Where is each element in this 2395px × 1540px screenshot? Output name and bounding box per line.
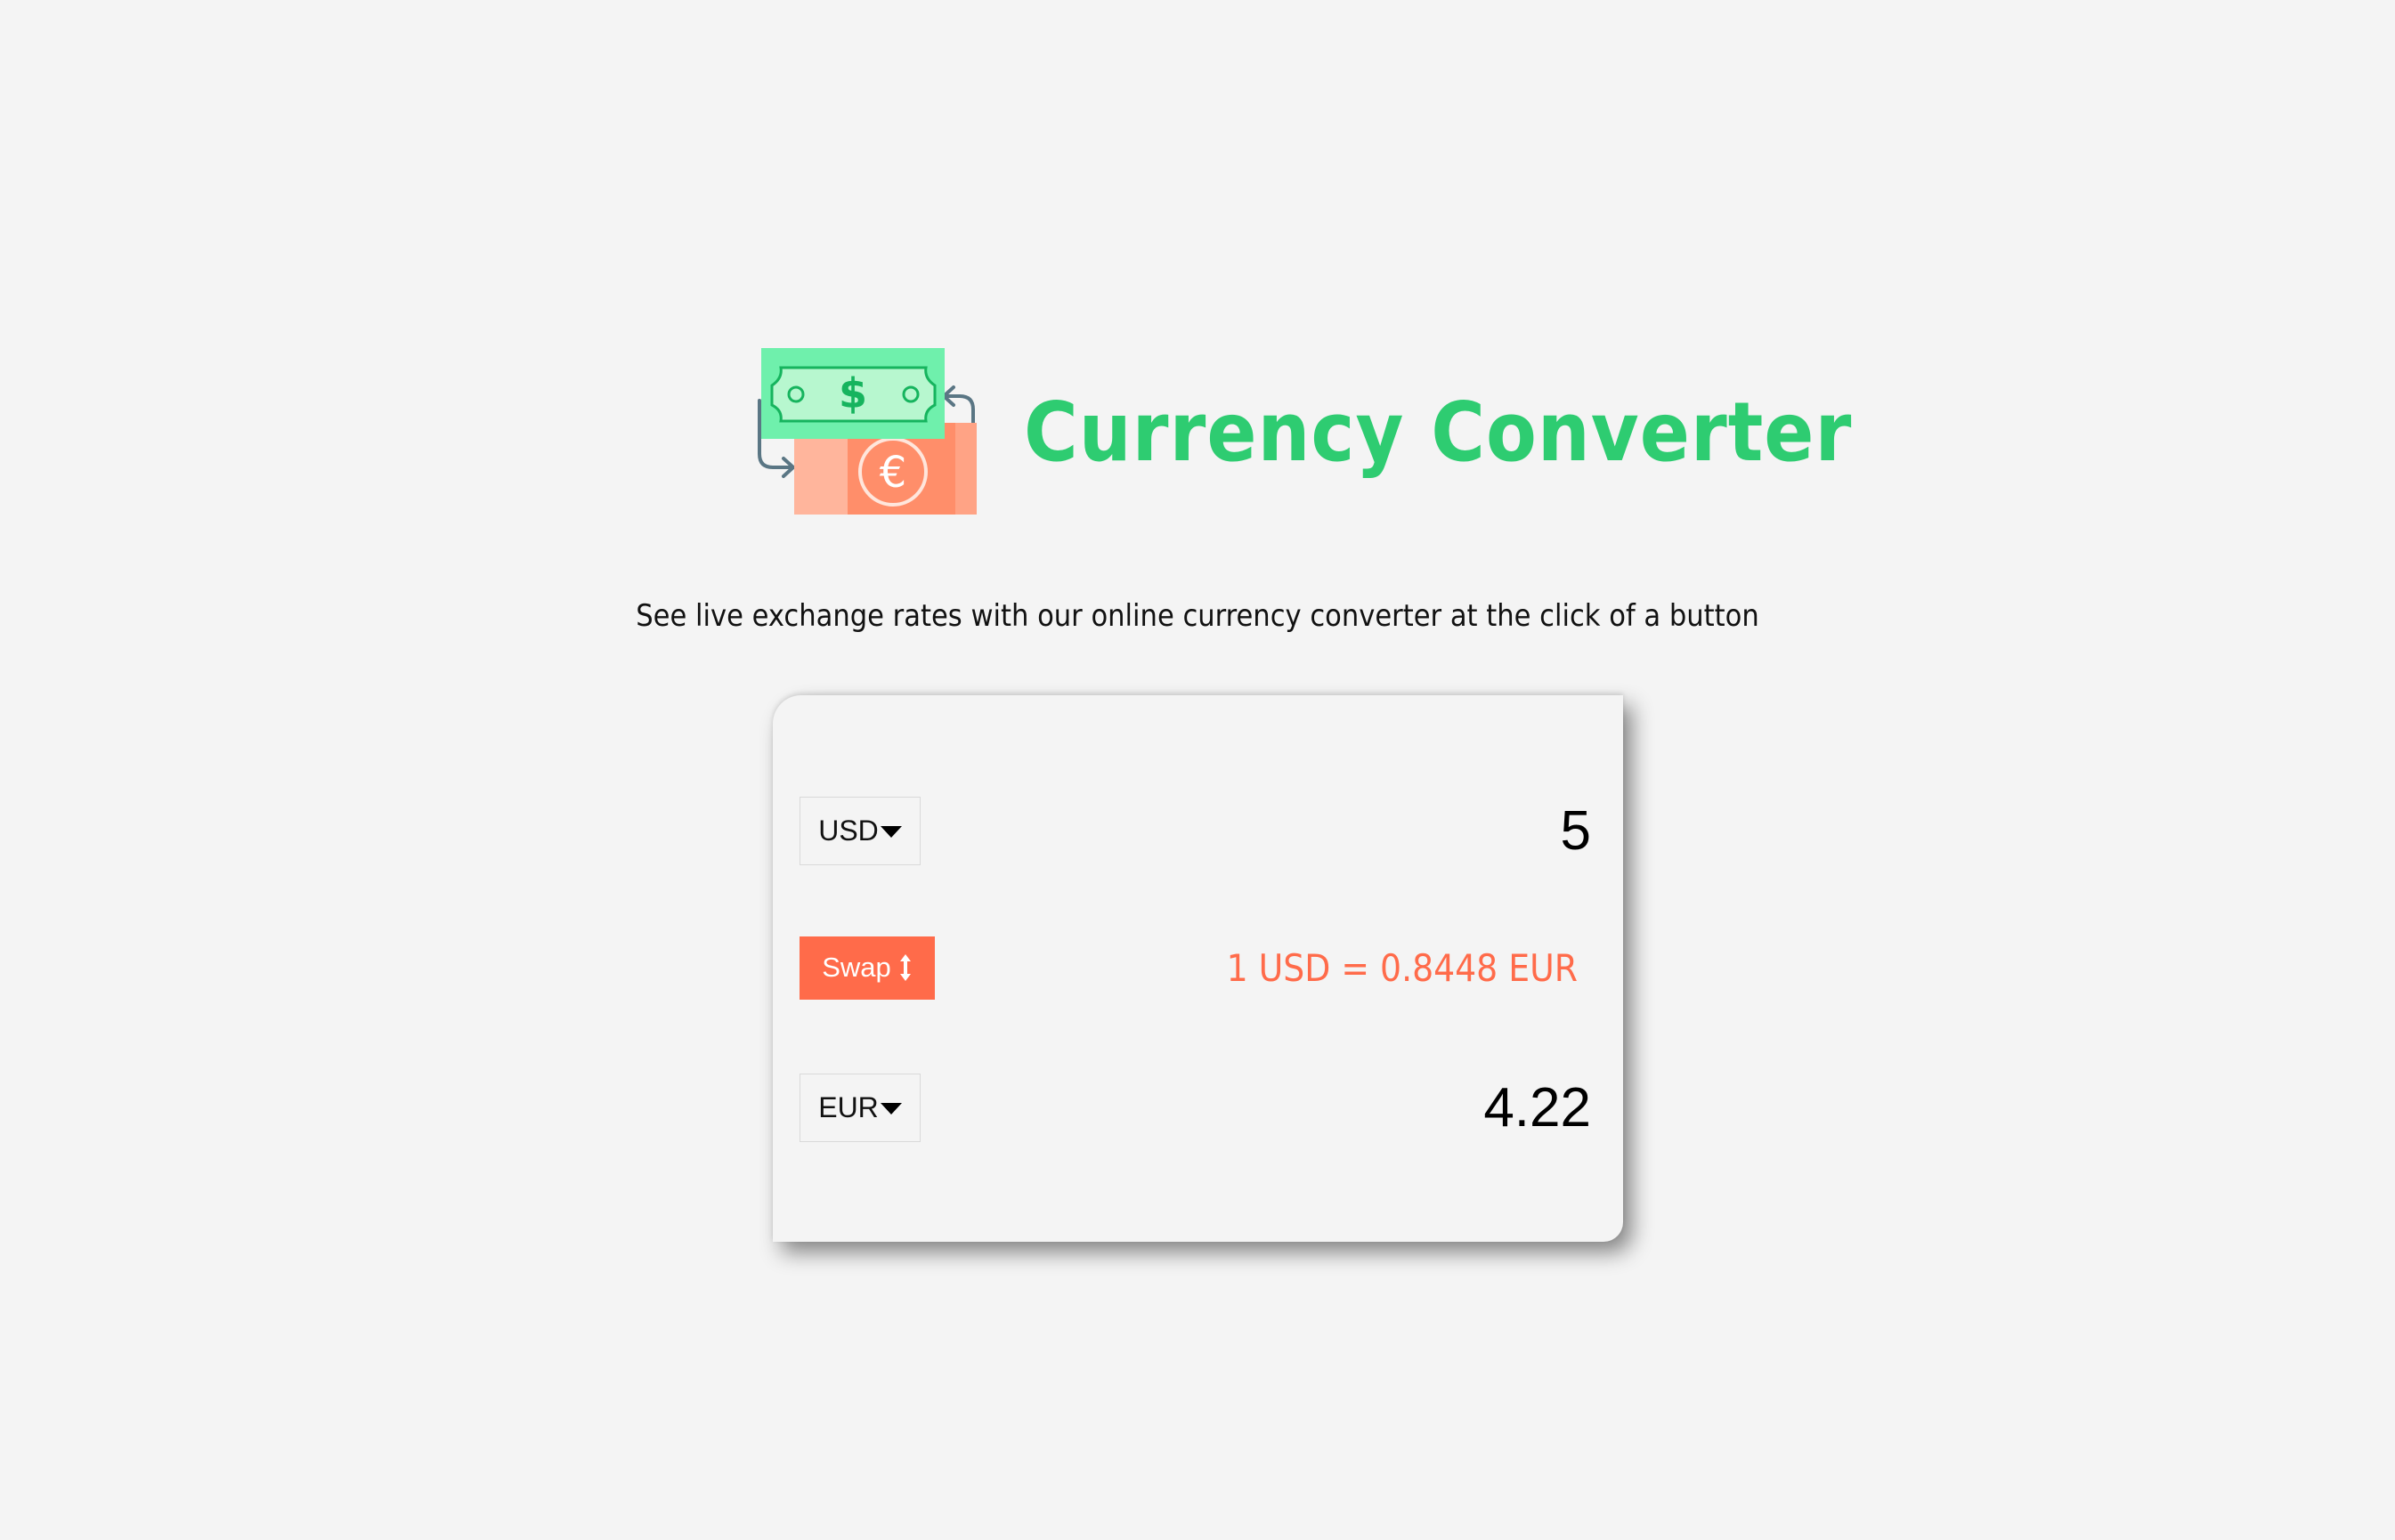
from-row: USD xyxy=(800,795,1591,866)
swap-button-label: Swap xyxy=(822,952,891,983)
to-currency-label: EUR xyxy=(818,1090,879,1123)
from-currency-select[interactable]: USD xyxy=(800,796,921,865)
app-header: € $ Currency Converter xyxy=(743,343,1852,521)
to-currency-select[interactable]: EUR xyxy=(800,1073,921,1142)
svg-text:€: € xyxy=(880,448,907,498)
swap-button[interactable]: Swap xyxy=(800,936,935,1000)
to-amount-input[interactable] xyxy=(1324,1075,1591,1139)
from-currency-label: USD xyxy=(818,814,879,847)
swap-row: Swap 1 USD = 0.8448 EUR xyxy=(800,936,1591,1000)
svg-text:$: $ xyxy=(839,369,867,417)
chevron-down-icon xyxy=(880,1102,902,1114)
converter-card: USD Swap 1 USD = 0.8448 EUR EUR xyxy=(773,695,1623,1242)
exchange-rate-text: 1 USD = 0.8448 EUR xyxy=(1226,945,1578,990)
page-subtitle: See live exchange rates with our online … xyxy=(636,598,1759,634)
swap-vertical-arrows-icon xyxy=(899,954,911,981)
money-exchange-icon: € $ xyxy=(758,348,977,515)
to-row: EUR xyxy=(800,1072,1591,1143)
chevron-down-icon xyxy=(880,825,902,838)
app-title: Currency Converter xyxy=(1024,384,1853,480)
from-amount-input[interactable] xyxy=(1324,798,1591,863)
